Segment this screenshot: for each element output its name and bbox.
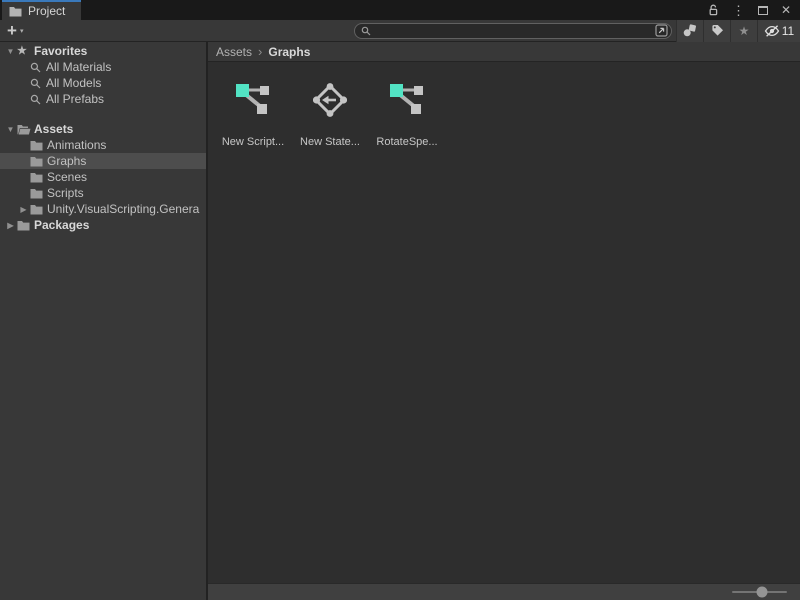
folder-icon (30, 172, 47, 183)
folder-tree: ▼ ★ Favorites All Materials All Models (0, 42, 208, 600)
open-search-window-icon[interactable] (655, 24, 668, 37)
folder-icon (9, 6, 23, 17)
folder-icon (30, 204, 47, 215)
sidebar-item-scenes[interactable]: Scenes (0, 169, 206, 185)
close-icon[interactable]: ✕ (781, 4, 791, 16)
search-icon (361, 26, 371, 36)
tab-bar: Project ⋮ ✕ (0, 0, 800, 20)
hidden-packages-toggle[interactable]: 11 (757, 20, 800, 42)
chevron-right-icon: › (258, 45, 262, 58)
tab-project[interactable]: Project (2, 0, 81, 20)
content-panel: Assets › Graphs New Script. (208, 42, 800, 600)
window-controls: ⋮ ✕ (708, 0, 800, 20)
eye-slash-icon (764, 25, 780, 37)
asset-label: New Script... (222, 136, 284, 148)
search-by-label-button[interactable] (703, 20, 730, 42)
breadcrumb: Assets › Graphs (208, 42, 800, 62)
sidebar-section-assets[interactable]: ▼ Assets (0, 121, 206, 137)
script-graph-icon (236, 78, 270, 122)
search-by-type-button[interactable] (676, 20, 703, 42)
star-icon: ★ (739, 24, 750, 38)
asset-label: New State... (300, 136, 360, 148)
chevron-down-icon: ▾ (20, 27, 24, 35)
sidebar-item-all-models[interactable]: All Models (0, 75, 206, 91)
search-filter-group: ★ 11 (676, 20, 800, 42)
script-graph-icon (390, 78, 424, 122)
search-icon (30, 62, 46, 73)
project-window: Project ⋮ ✕ + ▾ (0, 0, 800, 600)
sidebar-item-graphs[interactable]: Graphs (0, 153, 206, 169)
asset-grid: New Script... New S (208, 62, 800, 583)
folder-icon (30, 156, 47, 167)
breadcrumb-assets[interactable]: Assets (216, 45, 252, 59)
open-folder-icon (17, 124, 34, 135)
expander-icon[interactable]: ▶ (4, 221, 17, 230)
sidebar-item-animations[interactable]: Animations (0, 137, 206, 153)
zoom-slider-handle[interactable] (757, 587, 768, 598)
expander-icon[interactable]: ▼ (4, 47, 17, 56)
breadcrumb-graphs[interactable]: Graphs (268, 45, 310, 59)
star-icon: ★ (17, 46, 34, 57)
asset-item-new-state[interactable]: New State... (293, 74, 367, 148)
zoom-slider[interactable] (732, 591, 787, 593)
save-search-button[interactable]: ★ (730, 20, 757, 42)
sidebar-section-favorites[interactable]: ▼ ★ Favorites (0, 43, 206, 59)
create-button[interactable]: + ▾ (0, 20, 30, 42)
main-area: ▼ ★ Favorites All Materials All Models (0, 42, 800, 600)
state-graph-icon (313, 78, 347, 122)
asset-label: RotateSpe... (376, 136, 437, 148)
toolbar: + ▾ (0, 20, 800, 42)
sidebar-item-all-prefabs[interactable]: All Prefabs (0, 91, 206, 107)
maximize-icon[interactable] (758, 6, 768, 15)
sidebar-item-unity-visualscripting[interactable]: ▶ Unity.VisualScripting.Genera (0, 201, 206, 217)
asset-item-new-script[interactable]: New Script... (216, 74, 290, 148)
sidebar-section-packages[interactable]: ▶ Packages (0, 217, 206, 233)
asset-item-rotatespe[interactable]: RotateSpe... (370, 74, 444, 148)
expander-icon[interactable]: ▶ (17, 205, 30, 214)
section-gap (0, 107, 206, 121)
search-icon (30, 94, 46, 105)
folder-icon (30, 140, 47, 151)
lock-icon[interactable] (708, 4, 719, 17)
search-input[interactable] (375, 24, 655, 38)
folder-icon (30, 188, 47, 199)
search-icon (30, 78, 46, 89)
type-filter-icon (683, 24, 697, 37)
status-bar (208, 583, 800, 600)
folder-icon (17, 220, 34, 231)
tab-title: Project (28, 4, 65, 18)
tag-icon (711, 24, 724, 37)
hidden-count: 11 (782, 24, 794, 38)
expander-icon[interactable]: ▼ (4, 125, 17, 134)
search-field (354, 23, 672, 39)
sidebar-item-scripts[interactable]: Scripts (0, 185, 206, 201)
menu-icon[interactable]: ⋮ (732, 4, 745, 17)
sidebar-item-all-materials[interactable]: All Materials (0, 59, 206, 75)
plus-icon: + (7, 22, 17, 39)
